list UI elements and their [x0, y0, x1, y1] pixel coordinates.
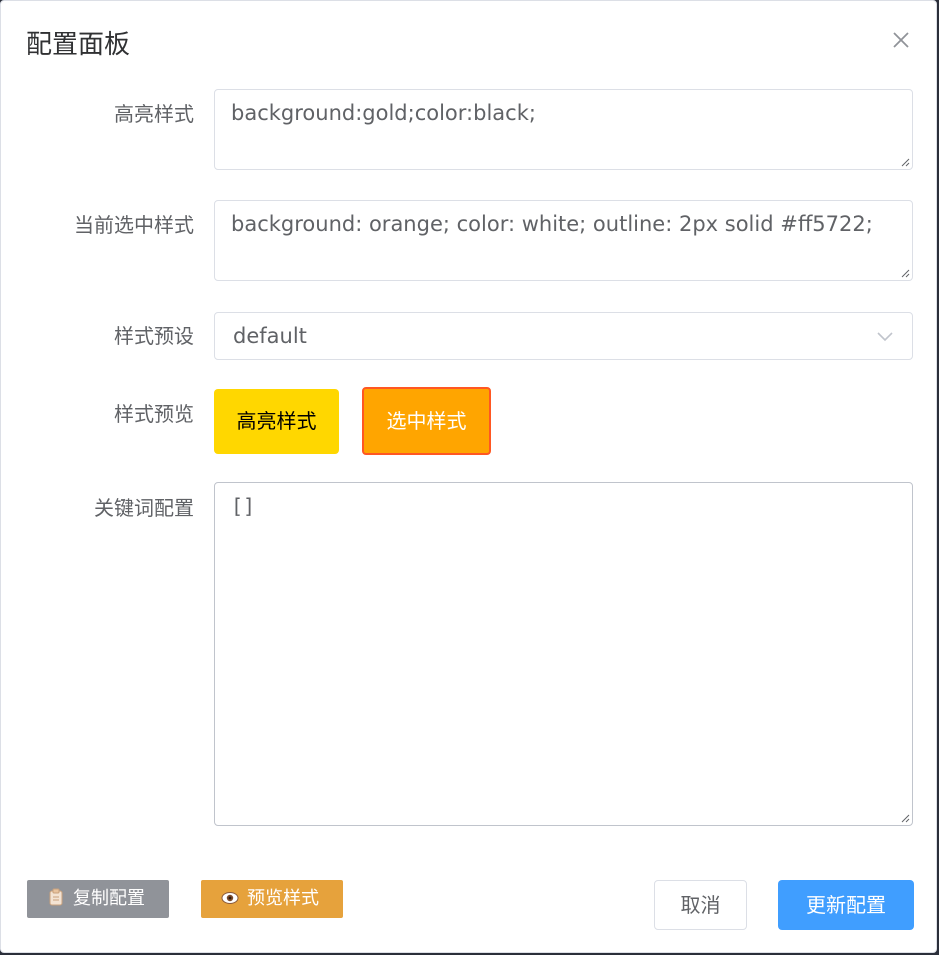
config-dialog: 配置面板 高亮样式 background:gold;color:black; 当…	[0, 0, 937, 953]
copy-config-label: 复制配置	[73, 888, 145, 909]
highlight-style-label: 高亮样式	[114, 102, 194, 126]
highlight-style-value: background:gold;color:black;	[231, 101, 536, 125]
update-config-button[interactable]: 更新配置	[778, 880, 914, 930]
style-preset-select[interactable]: default	[214, 312, 913, 360]
selected-style-value: background: orange; color: white; outlin…	[231, 212, 873, 236]
eye-icon	[221, 880, 239, 918]
dialog-title: 配置面板	[26, 30, 131, 60]
keywords-textarea[interactable]: []	[214, 482, 913, 826]
clipboard-icon	[47, 880, 65, 918]
selected-style-textarea[interactable]: background: orange; color: white; outlin…	[214, 200, 913, 281]
keywords-label: 关键词配置	[94, 496, 194, 520]
chevron-down-icon	[877, 332, 893, 342]
preview-style-button[interactable]: 预览样式	[201, 880, 343, 918]
style-preset-value: default	[233, 324, 307, 348]
resize-handle-icon[interactable]	[901, 814, 910, 823]
keywords-value: []	[231, 494, 256, 518]
close-icon[interactable]	[890, 29, 912, 51]
preview-style-label: 预览样式	[247, 888, 319, 909]
style-preview-label: 样式预览	[114, 402, 194, 426]
style-preset-label: 样式预设	[114, 324, 194, 348]
highlight-style-sample: 高亮样式	[214, 389, 339, 454]
resize-handle-icon[interactable]	[901, 269, 910, 278]
selected-style-label: 当前选中样式	[74, 213, 194, 237]
resize-handle-icon[interactable]	[901, 158, 910, 167]
selected-style-sample: 选中样式	[362, 387, 491, 455]
highlight-style-textarea[interactable]: background:gold;color:black;	[214, 89, 913, 170]
copy-config-button[interactable]: 复制配置	[27, 880, 169, 918]
cancel-button[interactable]: 取消	[654, 880, 747, 930]
